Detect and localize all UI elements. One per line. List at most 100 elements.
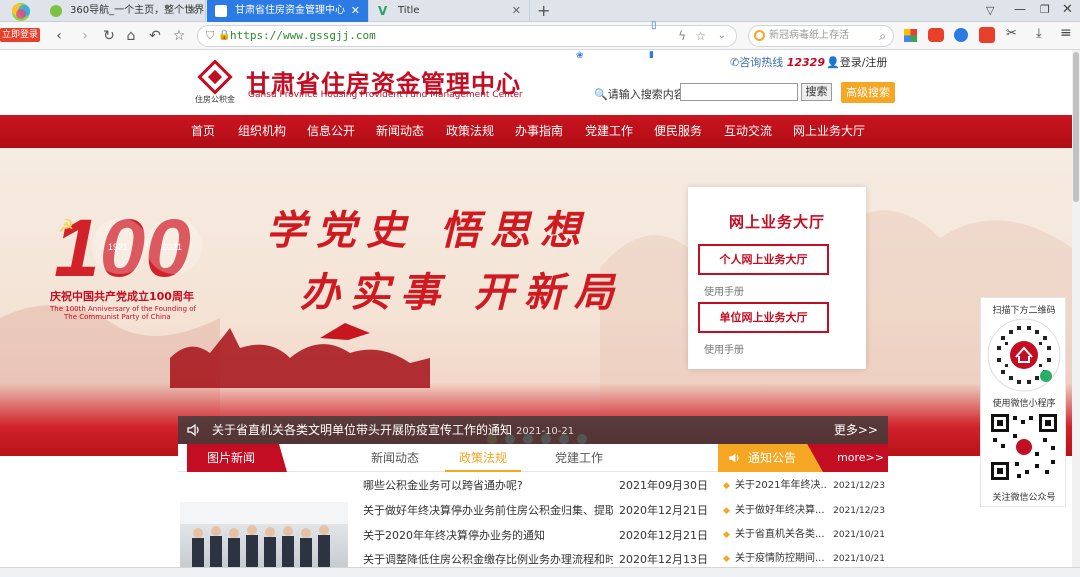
miniprogram-qr-icon[interactable] <box>987 318 1061 392</box>
notice-panel: 通知公告 more>> ◆ 关于2021年年终决... 2021/12/23 ◆ 关于… <box>718 444 888 567</box>
qr-miniprogram-caption: 使用微信小程序 <box>992 399 1056 409</box>
notice-item[interactable]: ◆ 关于做好年终决算... 2021/12/23 <box>723 499 885 523</box>
site-logo[interactable]: 住房公积金 <box>188 59 242 110</box>
bullet-icon: ◆ <box>723 554 730 564</box>
mobile-icon[interactable]: ▮ <box>649 50 654 60</box>
nav-item-guide[interactable]: 办事指南 <box>515 115 563 148</box>
vue-icon: V <box>378 4 388 18</box>
notice-item-date: 2021/10/21 <box>833 530 885 540</box>
news-date: 2020年12月21日 <box>619 504 708 517</box>
360-icon <box>50 5 62 17</box>
news-title: 关于2020年年终决算停办业务的通知 <box>363 529 545 542</box>
notice-item-date: 2021/12/23 <box>833 481 885 491</box>
online-hall-title: 网上业务大厅 <box>728 213 825 231</box>
minimize-icon[interactable]: — <box>1014 2 1026 16</box>
nav-item-party[interactable]: 党建工作 <box>585 115 633 148</box>
personal-manual-link[interactable]: 使用手册 <box>704 283 744 298</box>
news-row[interactable]: 关于2020年年终决算停办业务的通知 2020年12月21日 <box>363 524 708 548</box>
search-hint: 新冠病毒纸上存活 <box>769 30 849 41</box>
back-icon[interactable]: ‹ <box>50 27 68 45</box>
scissors-icon[interactable]: ✂ <box>1006 26 1017 41</box>
news-row[interactable]: 关于做好年终决算停办业务前住房公积金归集、提取业... 2020年12月21日 <box>363 499 708 523</box>
nav-item-service[interactable]: 便民服务 <box>654 115 702 148</box>
slogan-line-1: 学党史 悟思想 <box>266 207 590 254</box>
browser-logo-icon[interactable] <box>6 2 36 22</box>
extension-icon[interactable] <box>954 28 968 42</box>
scrollbar-thumb[interactable] <box>1073 52 1079 202</box>
nav-item-online-hall[interactable]: 网上业务大厅 <box>793 115 865 148</box>
news-tab-bar: 图片新闻 新闻动态 政策法规 党建工作 <box>178 444 718 472</box>
tab-party-work[interactable]: 党建工作 <box>541 444 617 472</box>
unit-hall-button[interactable]: 单位网上业务大厅 <box>698 302 829 333</box>
nav-item-home[interactable]: 首页 <box>191 115 215 148</box>
ticker-more-link[interactable]: 更多>> <box>834 416 878 444</box>
notice-item[interactable]: ◆ 关于2021年年终决... 2021/12/23 <box>723 474 885 498</box>
tab-news[interactable]: 新闻动态 <box>357 444 433 472</box>
nav-item-info[interactable]: 信息公开 <box>307 115 355 148</box>
ticker-link[interactable]: 关于省直机关各类文明单位带头开展防疫宣传工作的通知 2021-10-21 <box>212 416 574 446</box>
search-button[interactable]: 搜索 <box>801 83 832 101</box>
login-badge[interactable]: 立即登录 <box>0 28 40 42</box>
personal-hall-button[interactable]: 个人网上业务大厅 <box>698 244 829 275</box>
bookmark-star-icon[interactable]: ☆ <box>695 26 706 46</box>
phone-icon[interactable]: ▯ <box>651 20 657 31</box>
news-photo[interactable] <box>180 502 348 567</box>
anniversary-title: 庆祝中国共产党成立100周年 <box>50 290 194 303</box>
news-title: 关于调整降低住房公积金缴存比例业务办理流程和时限... <box>363 553 613 566</box>
site-title-en: Gansu Province Housing Provident Fund Ma… <box>248 90 523 100</box>
page-scrollbar[interactable] <box>1072 50 1080 567</box>
download-icon[interactable]: ⤓ <box>1036 26 1042 41</box>
speaker-icon <box>729 453 739 463</box>
tab-label: Title <box>398 5 420 16</box>
nav-item-policy[interactable]: 政策法规 <box>446 115 494 148</box>
search-icon[interactable]: ⌕ <box>879 26 886 46</box>
nav-item-org[interactable]: 组织机构 <box>238 115 286 148</box>
game-icon[interactable] <box>928 28 944 42</box>
notice-item[interactable]: ◆ 关于省直机关各类... 2021/10/21 <box>723 523 885 547</box>
forward-icon[interactable]: › <box>76 27 94 45</box>
notice-item[interactable]: ◆ 关于疫情防控期间... 2021/10/21 <box>723 547 885 567</box>
notice-more-link[interactable]: more>> <box>837 444 884 472</box>
hammer-sickle-icon: ☭ <box>58 216 74 237</box>
tab-title[interactable]: V Title ✕ <box>370 0 530 22</box>
login-link[interactable]: 👤登录/注册 <box>826 54 887 70</box>
news-title: 关于做好年终决算停办业务前住房公积金归集、提取业... <box>363 504 613 517</box>
browser-search-field[interactable]: 新冠病毒纸上存活 ⌕ <box>748 25 894 47</box>
apps-icon[interactable] <box>904 29 917 42</box>
news-panel: 图片新闻 新闻动态 政策法规 党建工作 哪些公积金业务可以跨省通办呢? 2021年… <box>178 444 718 567</box>
close-icon[interactable]: ✕ <box>351 0 360 22</box>
site-search-input[interactable] <box>680 83 798 101</box>
close-icon[interactable]: ✕ <box>512 0 521 22</box>
nav-item-interact[interactable]: 互动交流 <box>724 115 772 148</box>
reload-icon[interactable]: ↻ <box>100 27 118 45</box>
undo-icon[interactable]: ↶ <box>146 27 164 45</box>
lightning-icon[interactable]: ϟ <box>678 26 686 46</box>
qr-scan-hint: 扫描下方二维码 <box>992 306 1056 316</box>
tab-360-nav[interactable]: 360导航_一个主页，整个世界 ✕ <box>42 0 206 22</box>
menu-icon[interactable]: ≡ <box>1060 25 1072 41</box>
wechat-icon[interactable]: ❀ <box>576 51 584 61</box>
home-icon[interactable]: ⌂ <box>122 27 140 45</box>
nav-item-news[interactable]: 新闻动态 <box>376 115 424 148</box>
advanced-search-button[interactable]: 高级搜索 <box>841 82 895 103</box>
new-tab-button[interactable]: + <box>537 0 550 22</box>
star-icon[interactable]: ☆ <box>170 27 188 45</box>
chevron-down-icon[interactable]: ⌄ <box>718 26 726 46</box>
official-account-qr-icon[interactable] <box>989 412 1059 482</box>
tab-picture-news[interactable]: 图片新闻 <box>187 444 287 472</box>
news-row[interactable]: 关于调整降低住房公积金缴存比例业务办理流程和时限... 2020年12月13日 <box>363 548 708 567</box>
restore-icon[interactable]: ❐ <box>1040 3 1050 16</box>
ticker-text: 关于省直机关各类文明单位带头开展防疫宣传工作的通知 <box>212 423 513 437</box>
close-window-icon[interactable]: ✕ <box>1062 2 1073 17</box>
qr-code-panel: 扫描下方二维码 使用微信小程序 关注微信公众号 <box>980 297 1066 507</box>
tab-policy[interactable]: 政策法规 <box>445 444 521 472</box>
notice-item-date: 2021/12/23 <box>833 506 885 516</box>
hero-banner[interactable]: 100 1921 2021 ☭ 庆祝中国共产党成立100周年 The 100th… <box>0 148 1072 456</box>
news-row[interactable]: 哪些公积金业务可以跨省通办呢? 2021年09月30日 <box>363 474 708 498</box>
video-icon[interactable] <box>979 27 995 43</box>
unit-manual-link[interactable]: 使用手册 <box>704 341 744 356</box>
window-skin-icon[interactable]: ▽ <box>986 4 994 17</box>
close-icon[interactable]: ✕ <box>188 0 197 22</box>
tab-gssgjj[interactable]: 甘肃省住房资金管理中心 ✕ <box>207 0 369 22</box>
badge-year2: 2021 <box>162 242 182 252</box>
